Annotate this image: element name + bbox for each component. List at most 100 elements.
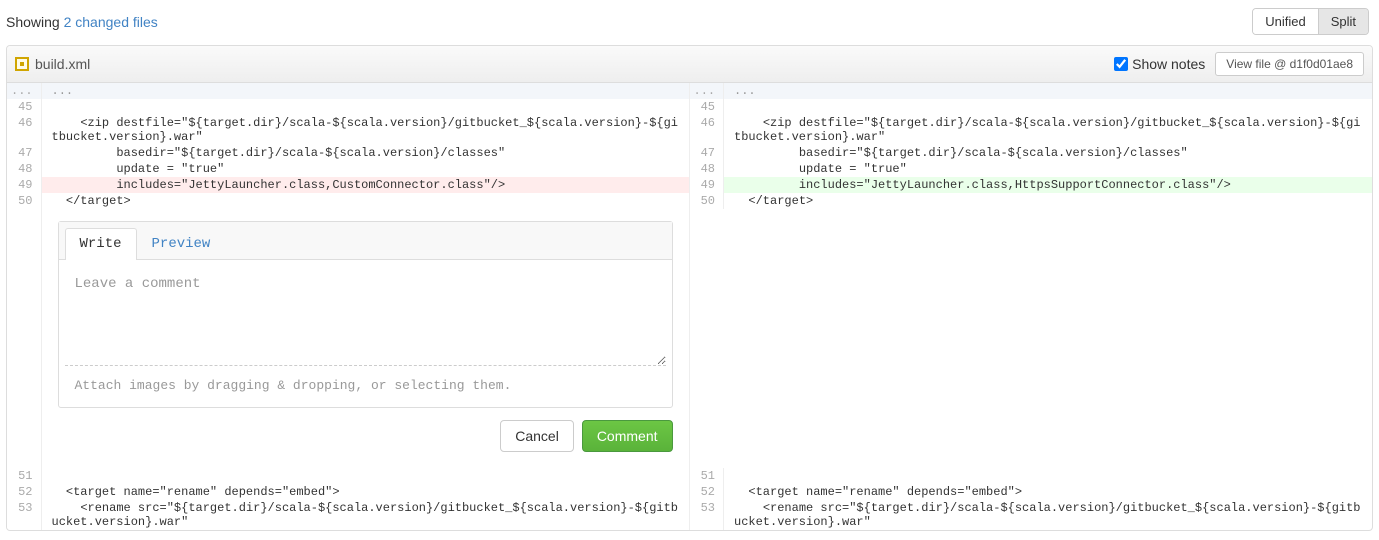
code-line[interactable]: </target> bbox=[724, 193, 1373, 209]
view-file-button[interactable]: View file @ d1f0d01ae8 bbox=[1215, 52, 1364, 76]
line-number[interactable]: 45 bbox=[7, 99, 41, 115]
code-line[interactable]: <zip destfile="${target.dir}/scala-${sca… bbox=[41, 115, 689, 145]
diff-header: Showing 2 changed files Unified Split bbox=[0, 0, 1379, 45]
code-line[interactable]: basedir="${target.dir}/scala-${scala.ver… bbox=[724, 145, 1373, 161]
comment-button[interactable]: Comment bbox=[582, 420, 673, 452]
diff-line: 50 </target> bbox=[7, 193, 689, 209]
attach-hint[interactable]: Attach images by dragging & dropping, or… bbox=[65, 370, 666, 401]
hunk-marker[interactable]: ... bbox=[724, 83, 1373, 99]
show-notes-label: Show notes bbox=[1132, 56, 1205, 72]
diff-line: 48 update = "true" bbox=[690, 161, 1373, 177]
diff-split: ... ... 4546 <zip destfile="${target.dir… bbox=[7, 83, 1372, 209]
code-line[interactable] bbox=[724, 99, 1373, 115]
diff-line: 49 includes="JettyLauncher.class,CustomC… bbox=[7, 177, 689, 193]
diff-table-left-2: 5152 <target name="rename" depends="embe… bbox=[7, 468, 689, 530]
file-header: build.xml Show notes View file @ d1f0d01… bbox=[7, 46, 1372, 83]
line-number[interactable]: 51 bbox=[690, 468, 724, 484]
line-number[interactable]: 50 bbox=[7, 193, 41, 209]
file-box: build.xml Show notes View file @ d1f0d01… bbox=[6, 45, 1373, 531]
diff-line: 45 bbox=[690, 99, 1373, 115]
diff-table-left: ... ... 4546 <zip destfile="${target.dir… bbox=[7, 83, 689, 209]
comment-row: Write Preview Attach images by dragging … bbox=[7, 209, 1372, 468]
diff-line: 45 bbox=[7, 99, 689, 115]
line-number[interactable]: 48 bbox=[7, 161, 41, 177]
line-number[interactable]: 47 bbox=[690, 145, 724, 161]
diff-split-2: 5152 <target name="rename" depends="embe… bbox=[7, 468, 1372, 530]
line-number[interactable]: 47 bbox=[7, 145, 41, 161]
diff-line: 46 <zip destfile="${target.dir}/scala-${… bbox=[690, 115, 1373, 145]
line-number[interactable]: 48 bbox=[690, 161, 724, 177]
diff-line: 51 bbox=[690, 468, 1373, 484]
diff-line: 53 <rename src="${target.dir}/scala-${sc… bbox=[690, 500, 1373, 530]
show-notes-checkbox[interactable] bbox=[1114, 57, 1128, 71]
code-line[interactable]: <zip destfile="${target.dir}/scala-${sca… bbox=[724, 115, 1373, 145]
tab-preview[interactable]: Preview bbox=[137, 228, 226, 259]
diff-line: 48 update = "true" bbox=[7, 161, 689, 177]
diff-left-2: 5152 <target name="rename" depends="embe… bbox=[7, 468, 690, 530]
line-number[interactable]: 49 bbox=[7, 177, 41, 193]
diff-right-2: 5152 <target name="rename" depends="embe… bbox=[690, 468, 1373, 530]
view-toggle: Unified Split bbox=[1252, 8, 1369, 35]
diff-line: 47 basedir="${target.dir}/scala-${scala.… bbox=[690, 145, 1373, 161]
line-number[interactable]: 53 bbox=[7, 500, 41, 530]
file-name: build.xml bbox=[35, 56, 90, 72]
diff-left: ... ... 4546 <zip destfile="${target.dir… bbox=[7, 83, 690, 209]
diff-right: ... ... 4546 <zip destfile="${target.dir… bbox=[690, 83, 1373, 209]
code-line[interactable]: <target name="rename" depends="embed"> bbox=[41, 484, 689, 500]
diff-line: 46 <zip destfile="${target.dir}/scala-${… bbox=[7, 115, 689, 145]
line-number[interactable]: 49 bbox=[690, 177, 724, 193]
line-number[interactable]: 45 bbox=[690, 99, 724, 115]
code-line[interactable]: includes="JettyLauncher.class,HttpsSuppo… bbox=[724, 177, 1373, 193]
diff-line: 50 </target> bbox=[690, 193, 1373, 209]
code-line[interactable]: <target name="rename" depends="embed"> bbox=[724, 484, 1373, 500]
file-header-right: Show notes View file @ d1f0d01ae8 bbox=[1114, 52, 1364, 76]
diff-line: 51 bbox=[7, 468, 689, 484]
line-number[interactable]: 52 bbox=[690, 484, 724, 500]
code-line[interactable] bbox=[41, 468, 689, 484]
line-number[interactable]: 46 bbox=[690, 115, 724, 145]
line-number[interactable]: 51 bbox=[7, 468, 41, 484]
showing-text: Showing 2 changed files bbox=[6, 14, 158, 30]
hunk-row: ... ... bbox=[690, 83, 1373, 99]
unified-button[interactable]: Unified bbox=[1253, 9, 1318, 34]
diff-line: 53 <rename src="${target.dir}/scala-${sc… bbox=[7, 500, 689, 530]
diff-line: 49 includes="JettyLauncher.class,HttpsSu… bbox=[690, 177, 1373, 193]
show-notes-toggle[interactable]: Show notes bbox=[1114, 56, 1205, 72]
code-line[interactable]: <rename src="${target.dir}/scala-${scala… bbox=[41, 500, 689, 530]
diff-line: 47 basedir="${target.dir}/scala-${scala.… bbox=[7, 145, 689, 161]
diff-line: 52 <target name="rename" depends="embed"… bbox=[690, 484, 1373, 500]
code-line[interactable]: includes="JettyLauncher.class,CustomConn… bbox=[41, 177, 689, 193]
file-modified-icon bbox=[15, 57, 29, 71]
line-number[interactable]: 50 bbox=[690, 193, 724, 209]
comment-actions: Cancel Comment bbox=[58, 408, 673, 456]
showing-prefix: Showing bbox=[6, 14, 64, 30]
diff-table-right: ... ... 4546 <zip destfile="${target.dir… bbox=[690, 83, 1373, 209]
file-header-left: build.xml bbox=[15, 56, 90, 72]
line-number[interactable]: 52 bbox=[7, 484, 41, 500]
comment-tabs: Write Preview bbox=[59, 222, 672, 260]
diff-table-right-2: 5152 <target name="rename" depends="embe… bbox=[690, 468, 1373, 530]
code-line[interactable]: </target> bbox=[41, 193, 689, 209]
code-line[interactable]: update = "true" bbox=[41, 161, 689, 177]
line-number: ... bbox=[690, 83, 724, 99]
code-line[interactable]: <rename src="${target.dir}/scala-${scala… bbox=[724, 500, 1373, 530]
hunk-row: ... ... bbox=[7, 83, 689, 99]
split-button[interactable]: Split bbox=[1319, 9, 1368, 34]
line-number[interactable]: 46 bbox=[7, 115, 41, 145]
code-line[interactable]: basedir="${target.dir}/scala-${scala.ver… bbox=[41, 145, 689, 161]
comment-cell: Write Preview Attach images by dragging … bbox=[7, 209, 690, 468]
cancel-button[interactable]: Cancel bbox=[500, 420, 574, 452]
code-line[interactable]: update = "true" bbox=[724, 161, 1373, 177]
comment-box: Write Preview Attach images by dragging … bbox=[58, 221, 673, 408]
hunk-marker[interactable]: ... bbox=[41, 83, 689, 99]
line-number: ... bbox=[7, 83, 41, 99]
comment-cell-right bbox=[690, 209, 1373, 468]
comment-textarea[interactable] bbox=[65, 266, 666, 366]
code-line[interactable] bbox=[41, 99, 689, 115]
diff-line: 52 <target name="rename" depends="embed"… bbox=[7, 484, 689, 500]
tab-write[interactable]: Write bbox=[65, 228, 137, 260]
code-line[interactable] bbox=[724, 468, 1373, 484]
comment-block: Write Preview Attach images by dragging … bbox=[42, 209, 689, 468]
line-number[interactable]: 53 bbox=[690, 500, 724, 530]
changed-files-link[interactable]: 2 changed files bbox=[64, 14, 158, 30]
